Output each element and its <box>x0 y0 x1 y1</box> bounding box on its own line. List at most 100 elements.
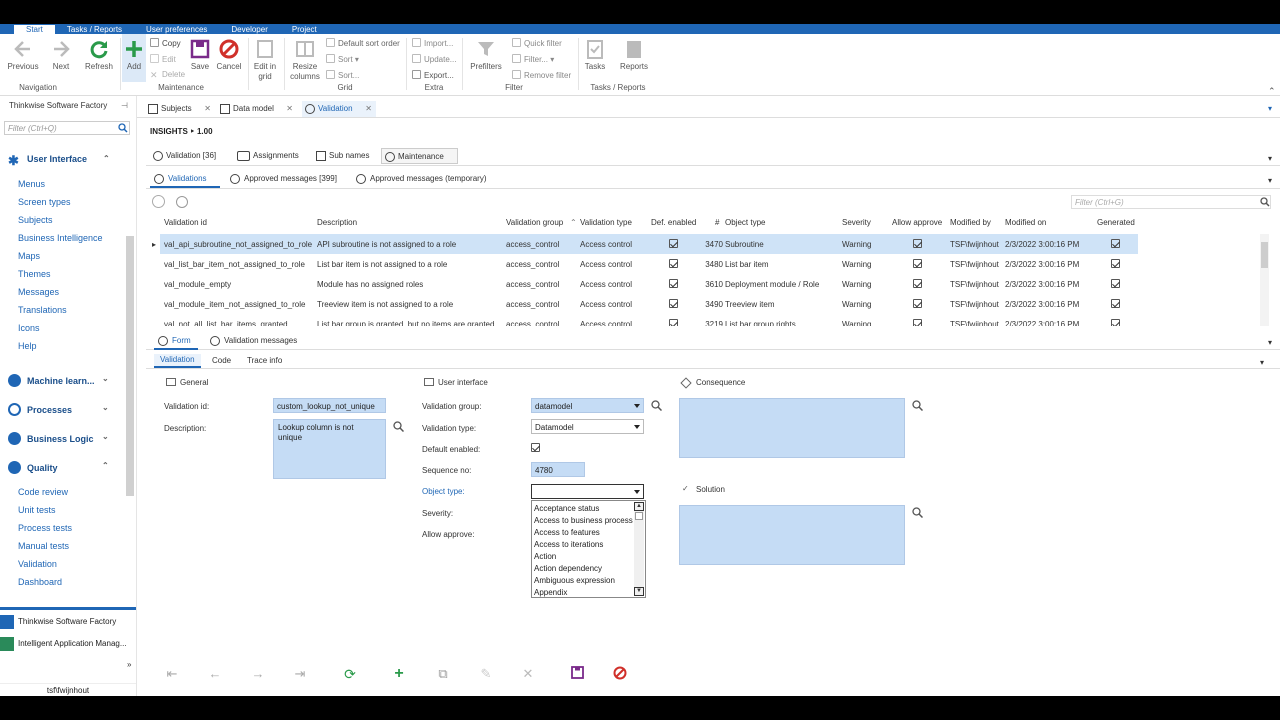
column-header[interactable]: Validation group <box>506 218 563 230</box>
column-header[interactable]: Modified on <box>1005 218 1046 230</box>
scroll-up-icon[interactable]: ▲ <box>634 502 644 511</box>
form-tab-form[interactable]: Form <box>154 332 198 350</box>
column-header[interactable]: Validation id <box>164 218 207 230</box>
edit-button[interactable]: Edit <box>150 54 176 65</box>
table-row[interactable]: ▸ val_api_subroutine_not_assigned_to_role… <box>152 234 1138 254</box>
solution-field[interactable] <box>679 505 905 565</box>
chevron-down-icon[interactable]: ▾ <box>1268 176 1272 185</box>
form-tab-validation-messages[interactable]: Validation messages <box>206 332 297 350</box>
sidebar-section-machine-learning[interactable]: Machine learn... ⌄ <box>8 374 109 387</box>
sort-dialog-button[interactable]: Sort... <box>326 70 359 81</box>
list-item[interactable]: Action <box>534 552 556 561</box>
form-subtab-validation[interactable]: Validation <box>154 354 201 368</box>
sidebar-section-quality[interactable]: Quality ⌃ <box>8 461 109 474</box>
search-icon[interactable] <box>651 400 662 411</box>
search-icon[interactable] <box>1260 197 1270 207</box>
expand-apps-icon[interactable]: » <box>127 660 131 669</box>
save-button[interactable]: Save <box>188 38 212 72</box>
scroll-down-icon[interactable]: ▼ <box>634 587 644 596</box>
column-header[interactable]: Validation type <box>580 218 632 230</box>
sidebar-item-help[interactable]: Help <box>18 341 37 351</box>
doc-tab-validation[interactable]: Validation ✕ <box>302 101 376 117</box>
refresh-button[interactable]: Refresh <box>82 38 116 72</box>
table-row[interactable]: val_module_item_not_assigned_to_role Tree… <box>160 294 1138 314</box>
previous-record-icon[interactable]: ← <box>207 666 223 682</box>
doc-tab-data-model[interactable]: Data model ✕ <box>217 101 297 117</box>
tasks-button[interactable]: Tasks <box>582 38 608 72</box>
sidebar-item-validation[interactable]: Validation <box>18 559 57 569</box>
validation-id-field[interactable]: custom_lookup_not_unique <box>273 398 386 413</box>
chevron-down-icon[interactable]: ▾ <box>1268 338 1272 347</box>
doc-tab-subjects[interactable]: Subjects ✕ <box>145 101 215 117</box>
reports-button[interactable]: Reports <box>618 38 650 72</box>
grid-filter-input[interactable]: Filter (Ctrl+G) <box>1071 195 1271 209</box>
detail-tab-validation[interactable]: Validation [36] <box>150 148 216 164</box>
resize-columns-button[interactable]: Resize columns <box>288 38 322 82</box>
refresh-icon[interactable]: ⟳ <box>342 666 358 682</box>
table-row[interactable]: val_not_all_list_bar_items_granted List b… <box>160 314 1138 326</box>
default-sort-order-button[interactable]: Default sort order <box>326 38 400 49</box>
copy-icon[interactable]: ⧉ <box>435 666 451 682</box>
sidebar-item-translations[interactable]: Translations <box>18 305 67 315</box>
sidebar-item-icons[interactable]: Icons <box>18 323 40 333</box>
sidebar-item-dashboard[interactable]: Dashboard <box>18 577 62 587</box>
copy-button[interactable]: Copy <box>150 38 181 49</box>
validation-group-dropdown[interactable]: datamodel <box>531 398 644 413</box>
prefilters-button[interactable]: Prefilters <box>468 38 504 72</box>
sidebar-item-manual-tests[interactable]: Manual tests <box>18 541 69 551</box>
next-button[interactable]: Next <box>46 38 76 72</box>
list-item[interactable]: Action dependency <box>534 564 602 573</box>
quick-filter-button[interactable]: Quick filter <box>512 38 562 49</box>
pin-icon[interactable]: ⊣ <box>121 101 128 110</box>
sidebar-section-processes[interactable]: Processes ⌄ <box>8 403 109 416</box>
listbox-scrollbar[interactable]: ▲ ▼ <box>634 502 644 596</box>
search-icon[interactable] <box>118 123 128 133</box>
search-icon[interactable] <box>912 507 923 518</box>
column-header[interactable]: Object type <box>725 218 765 230</box>
sidebar-scrollbar[interactable] <box>126 236 134 496</box>
detail-tab-sub-names[interactable]: Sub names <box>313 148 369 164</box>
sub-tab-validations[interactable]: Validations <box>150 170 220 188</box>
chevron-down-icon[interactable]: ▾ <box>1268 154 1272 163</box>
sidebar-item-process-tests[interactable]: Process tests <box>18 523 72 533</box>
sidebar-item-screen-types[interactable]: Screen types <box>18 197 71 207</box>
last-record-icon[interactable]: ⇥ <box>292 666 308 682</box>
list-item[interactable]: Access to features <box>534 528 600 537</box>
ribbon-tab-tasks-reports[interactable]: Tasks / Reports <box>55 25 134 34</box>
gear-task-icon[interactable] <box>152 195 165 208</box>
form-subtab-code[interactable]: Code <box>212 356 231 365</box>
detail-tab-maintenance[interactable]: Maintenance <box>381 148 458 164</box>
column-header[interactable]: # <box>715 218 719 230</box>
column-header[interactable]: Severity <box>842 218 871 230</box>
object-type-listbox[interactable]: Acceptance status Access to business pro… <box>531 500 646 598</box>
list-item[interactable]: Ambiguous expression <box>534 576 615 585</box>
sidebar-item-code-review[interactable]: Code review <box>18 487 68 497</box>
ribbon-tab-start[interactable]: Start <box>14 25 55 34</box>
filter-button[interactable]: Filter... ▾ <box>512 54 554 65</box>
ribbon-tab-project[interactable]: Project <box>280 25 329 34</box>
delete-button[interactable]: ✕ Delete <box>150 70 185 80</box>
sub-tab-approved-messages[interactable]: Approved messages [399] <box>226 170 337 188</box>
default-enabled-checkbox[interactable] <box>531 443 540 452</box>
sidebar-item-maps[interactable]: Maps <box>18 251 40 261</box>
column-header[interactable]: Allow approve <box>892 218 942 230</box>
search-icon[interactable] <box>912 400 923 411</box>
sort-button[interactable]: Sort ▾ <box>326 54 359 65</box>
delete-icon[interactable]: ✕ <box>520 666 536 682</box>
column-header[interactable]: Modified by <box>950 218 991 230</box>
next-record-icon[interactable]: → <box>250 666 266 682</box>
sidebar-item-messages[interactable]: Messages <box>18 287 59 297</box>
app-menu-button[interactable] <box>0 25 14 34</box>
update-button[interactable]: Update... <box>412 54 456 65</box>
remove-filter-button[interactable]: Remove filter <box>512 70 571 81</box>
ribbon-tab-developer[interactable]: Developer <box>219 25 279 34</box>
ribbon-tab-user-preferences[interactable]: User preferences <box>134 25 219 34</box>
sidebar-section-user-interface[interactable]: ✱ User Interface ⌃ <box>8 154 110 168</box>
edit-in-grid-button[interactable]: Edit in grid <box>252 38 278 82</box>
import-button[interactable]: Import... <box>412 38 453 49</box>
close-icon[interactable]: ✕ <box>286 101 293 117</box>
save-icon[interactable] <box>569 666 585 682</box>
column-header[interactable]: Def. enabled <box>651 218 696 230</box>
validation-type-dropdown[interactable]: Datamodel <box>531 419 644 434</box>
sequence-no-field[interactable]: 4780 <box>531 462 585 477</box>
